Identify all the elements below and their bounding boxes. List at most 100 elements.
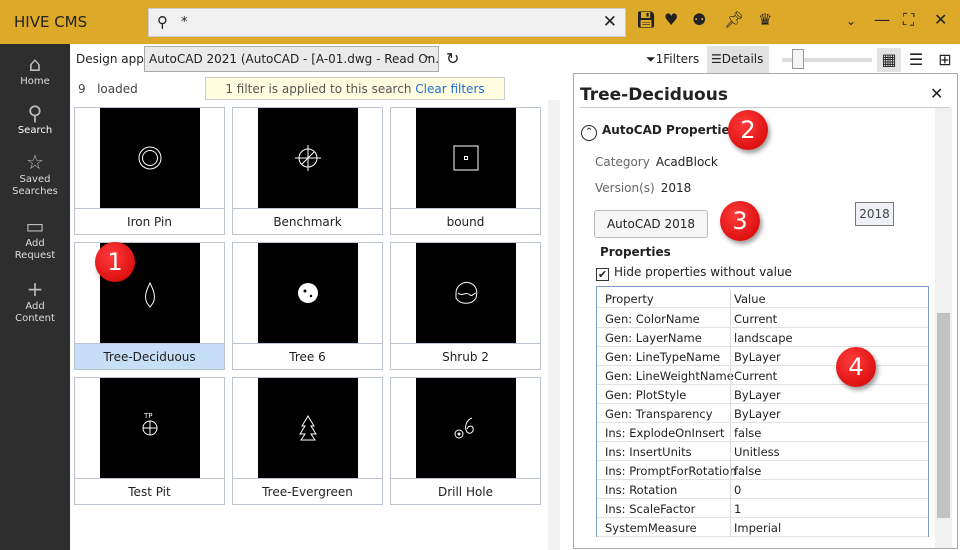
property-value: Value bbox=[734, 292, 766, 306]
grid-view-icon[interactable]: ▦ bbox=[877, 48, 901, 72]
sidebar-item-home[interactable]: ⌂ Home bbox=[0, 52, 70, 88]
section-title: AutoCAD Properties bbox=[602, 123, 737, 137]
card-label: Benchmark bbox=[233, 208, 382, 234]
table-row[interactable]: Ins: ExplodeOnInsert false bbox=[597, 423, 928, 442]
table-row[interactable]: Gen: ColorName Current bbox=[597, 309, 928, 328]
close-details-icon[interactable]: ✕ bbox=[930, 84, 943, 103]
saved-searches-icon: ☆ bbox=[26, 150, 44, 174]
property-value: 1 bbox=[734, 502, 742, 516]
details-scrollbar[interactable] bbox=[935, 108, 952, 548]
column-divider bbox=[730, 289, 731, 308]
version-value: 2018 bbox=[660, 181, 692, 195]
result-card[interactable]: Shrub 2 bbox=[390, 242, 541, 370]
annotation-badge-4: 4 bbox=[836, 347, 876, 387]
annotation-badge-2: 2 bbox=[728, 110, 768, 150]
chevron-down-icon[interactable]: ⌄ bbox=[846, 14, 856, 28]
grid-scrollbar[interactable] bbox=[548, 100, 560, 550]
properties-label: Properties bbox=[600, 245, 671, 259]
table-row[interactable]: Gen: PlotStyle ByLayer bbox=[597, 385, 928, 404]
filter-banner: 1 filter is applied to this search Clear… bbox=[205, 77, 505, 100]
category-value: AcadBlock bbox=[655, 155, 718, 169]
table-view-icon[interactable]: ⊞ bbox=[933, 48, 957, 72]
annotation-badge-3: 3 bbox=[720, 201, 760, 241]
table-row[interactable]: Gen: LineWeightName Current bbox=[597, 366, 928, 385]
clear-filters-link[interactable]: Clear filters bbox=[415, 82, 484, 96]
sidebar-item-add-content[interactable]: + Add Content bbox=[0, 277, 70, 325]
property-name: Ins: ExplodeOnInsert bbox=[605, 426, 725, 440]
minimize-icon[interactable]: — bbox=[874, 10, 890, 29]
properties-table: Property Value Gen: ColorName Current Gen: L… bbox=[596, 286, 929, 537]
clear-search-icon[interactable]: ✕ bbox=[603, 12, 617, 32]
refresh-icon[interactable]: ↻ bbox=[446, 49, 459, 68]
table-row[interactable]: Ins: Rotation 0 bbox=[597, 480, 928, 499]
result-card[interactable]: bound bbox=[390, 107, 541, 235]
sidebar-item-search[interactable]: ⚲ Search bbox=[0, 101, 70, 137]
maximize-icon[interactable]: ⛶ bbox=[903, 10, 914, 30]
thumbnail: TP bbox=[100, 378, 200, 478]
design-app-select[interactable]: AutoCAD 2021 (AutoCAD - [A-01.dwg - Read… bbox=[144, 46, 439, 72]
count: 9 bbox=[78, 82, 86, 96]
sidebar-item-label: Search bbox=[17, 125, 53, 136]
card-label: Test Pit bbox=[75, 478, 224, 504]
result-card[interactable]: Tree-Evergreen bbox=[232, 377, 383, 505]
result-card[interactable]: Benchmark bbox=[232, 107, 383, 235]
sidebar-item-saved-searches[interactable]: ☆ Saved Searches bbox=[0, 150, 70, 198]
table-row[interactable]: Gen: LineTypeName ByLayer bbox=[597, 347, 928, 366]
property-value: ByLayer bbox=[734, 407, 781, 421]
save-icon[interactable]: 💾︎ bbox=[636, 10, 656, 29]
property-value: Imperial bbox=[734, 521, 782, 535]
checkmark-icon[interactable]: ✔ bbox=[596, 268, 609, 281]
details-button[interactable]: ☰Details bbox=[707, 46, 769, 73]
property-value: false bbox=[734, 426, 762, 440]
result-card[interactable]: TP Test Pit bbox=[74, 377, 225, 505]
crown-icon[interactable]: ♛ bbox=[758, 10, 772, 29]
autocad-version-button[interactable]: AutoCAD 2018 bbox=[594, 210, 708, 238]
slider-thumb[interactable] bbox=[792, 49, 804, 69]
column-divider bbox=[730, 404, 731, 423]
column-divider bbox=[730, 366, 731, 385]
property-value: Current bbox=[734, 369, 778, 383]
table-row[interactable]: Gen: Transparency ByLayer bbox=[597, 404, 928, 423]
category-row: Category AcadBlock bbox=[595, 155, 718, 169]
filter-icon: ⏷ bbox=[646, 52, 656, 66]
banner-text: 1 filter is applied to this search bbox=[225, 82, 412, 96]
heart-icon[interactable]: ♥ bbox=[664, 10, 678, 29]
sidebar-item-add-request[interactable]: ▭ Add Request bbox=[0, 214, 70, 262]
version-row: Version(s) 2018 bbox=[595, 181, 691, 195]
sidebar-item-label: Add Request bbox=[14, 238, 56, 261]
result-card[interactable]: Drill Hole bbox=[390, 377, 541, 505]
search-input[interactable]: ⚲ * ✕ bbox=[148, 8, 626, 37]
property-value: 0 bbox=[734, 483, 742, 497]
table-row[interactable]: Ins: InsertUnits Unitless bbox=[597, 442, 928, 461]
table-row[interactable]: Ins: ScaleFactor 1 bbox=[597, 499, 928, 518]
filters-button[interactable]: ⏷1Filters bbox=[646, 52, 699, 67]
table-row[interactable]: Gen: LayerName landscape bbox=[597, 328, 928, 347]
list-view-icon[interactable]: ☰ bbox=[904, 48, 928, 72]
close-window-icon[interactable]: ✕ bbox=[934, 10, 947, 29]
card-label: Shrub 2 bbox=[391, 343, 540, 369]
sidebar-item-label: Add Content bbox=[15, 301, 55, 324]
table-row[interactable]: Ins: PromptForRotation false bbox=[597, 461, 928, 480]
hide-empty-checkbox[interactable]: ✔ Hide properties without value bbox=[596, 265, 792, 281]
scrollbar-thumb[interactable] bbox=[937, 313, 950, 518]
card-label: Iron Pin bbox=[75, 208, 224, 234]
column-divider bbox=[730, 328, 731, 347]
property-name: Ins: InsertUnits bbox=[605, 445, 692, 459]
result-card[interactable]: Tree 6 bbox=[232, 242, 383, 370]
autocad-properties-header[interactable]: ⌃ AutoCAD Properties bbox=[581, 123, 737, 141]
result-card[interactable]: Iron Pin bbox=[74, 107, 225, 235]
inbox-icon: ▭ bbox=[25, 214, 45, 238]
sidebar: ⌂ Home ⚲ Search ☆ Saved Searches ▭ Add Reque… bbox=[0, 44, 70, 550]
collapse-icon[interactable]: ⌃ bbox=[581, 125, 597, 141]
users-icon[interactable]: ⚉ bbox=[692, 10, 706, 29]
category-label: Category bbox=[595, 155, 650, 169]
search-value: * bbox=[181, 15, 188, 30]
loaded-count: 9 loaded bbox=[78, 82, 138, 96]
property-value: false bbox=[734, 464, 762, 478]
table-row[interactable]: SystemMeasure Imperial bbox=[597, 518, 928, 537]
thumbnail bbox=[416, 243, 516, 343]
home-icon: ⌂ bbox=[28, 52, 42, 76]
property-value: Unitless bbox=[734, 445, 780, 459]
pin-icon[interactable]: 📌︎ bbox=[724, 10, 744, 29]
thumbnail bbox=[258, 378, 358, 478]
